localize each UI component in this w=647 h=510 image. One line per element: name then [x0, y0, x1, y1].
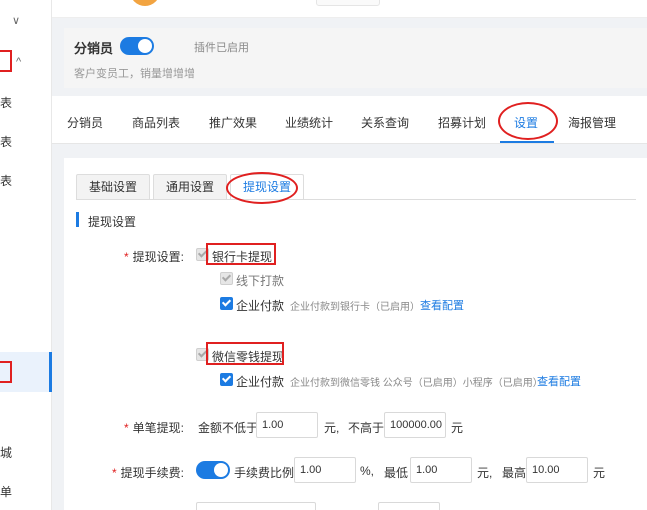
tab-promotion[interactable]: 推广效果: [209, 114, 257, 131]
fee-ratio-label: 手续费比例: [234, 466, 295, 480]
bank-enterprise-pay-hint: 企业付款到银行卡（已启用）: [290, 302, 420, 313]
tab-poster[interactable]: 海报管理: [568, 114, 616, 131]
annotation-red-ellipse: [226, 172, 298, 204]
bank-config-link[interactable]: 查看配置: [420, 297, 464, 313]
min-amount-input[interactable]: 1.00: [256, 412, 318, 438]
subtab-divider: [76, 199, 636, 200]
top-bar: [52, 0, 647, 18]
sidebar-item-list-1[interactable]: 表: [0, 94, 12, 111]
subtab-general[interactable]: 通用设置: [153, 174, 228, 200]
bank-enterprise-pay-label: 企业付款: [236, 299, 285, 313]
fee-toggle[interactable]: [196, 461, 230, 479]
max-amount-label: 不高于: [348, 421, 385, 435]
main-tabs: 分销员 商品列表 推广效果 业绩统计 关系查询 招募计划 设置 海报管理: [52, 96, 647, 144]
max-amount-input[interactable]: 100000.00: [384, 412, 446, 438]
sidebar-item-list-2[interactable]: 表: [0, 133, 12, 150]
subtab-basic[interactable]: 基础设置: [76, 174, 151, 200]
fee-min-input[interactable]: 1.00: [410, 457, 472, 483]
bank-enterprise-pay-checkbox[interactable]: [220, 297, 233, 310]
min-amount-unit: 元,: [324, 421, 340, 435]
offline-payment-checkbox[interactable]: [220, 272, 233, 285]
tab-distributor[interactable]: 分销员: [67, 114, 103, 131]
annotation-red-box: [0, 361, 12, 383]
wechat-enterprise-pay-hint: 企业付款到微信零钱 公众号（已启用）小程序（已启用）: [290, 378, 543, 389]
annotation-red-box: [206, 342, 284, 365]
sidebar: ∨ ^ 表 表 表 城 单: [0, 0, 52, 510]
annotation-red-ellipse: [498, 102, 558, 140]
top-dropdown[interactable]: [316, 0, 380, 6]
chevron-up-icon[interactable]: ^: [16, 56, 21, 68]
wechat-enterprise-pay-checkbox[interactable]: [220, 373, 233, 386]
section-title: 提现设置: [88, 215, 137, 229]
wechat-config-link[interactable]: 查看配置: [537, 373, 581, 389]
tab-product-list[interactable]: 商品列表: [132, 114, 180, 131]
min-amount-label: 金额不低于: [198, 421, 259, 435]
withdraw-methods-label: * 提现设置:: [123, 250, 184, 264]
section-marker: [76, 212, 79, 227]
tab-recruit[interactable]: 招募计划: [438, 114, 486, 131]
active-tab-indicator: [500, 141, 554, 143]
chevron-down-icon[interactable]: ∨: [12, 14, 20, 27]
tab-relation[interactable]: 关系查询: [361, 114, 409, 131]
max-amount-unit: 元: [451, 421, 464, 435]
plugin-enable-toggle[interactable]: [120, 37, 154, 55]
annotation-red-box: [0, 50, 12, 72]
tab-performance[interactable]: 业绩统计: [285, 114, 333, 131]
annotation-red-box: [206, 243, 276, 265]
sidebar-item-mall[interactable]: 城: [0, 444, 12, 461]
plugin-status: 插件已启用: [194, 42, 249, 54]
next-row-input[interactable]: [378, 502, 440, 510]
next-row-input[interactable]: [196, 502, 316, 510]
fee-max-input[interactable]: 10.00: [526, 457, 588, 483]
plugin-header: 分销员 插件已启用 客户变员工，销量增增增: [64, 28, 647, 88]
sidebar-item-order[interactable]: 单: [0, 483, 12, 500]
fee-ratio-input[interactable]: 1.00: [294, 457, 356, 483]
single-withdraw-label: * 单笔提现:: [123, 421, 184, 435]
fee-min-label: 最低: [384, 466, 409, 480]
offline-payment-label: 线下打款: [236, 274, 285, 288]
fee-ratio-unit: %,: [360, 464, 375, 478]
plugin-desc: 客户变员工，销量增增增: [74, 68, 195, 80]
fee-min-unit: 元,: [477, 466, 493, 480]
fee-label: * 提现手续费:: [111, 466, 184, 480]
wechat-enterprise-pay-label: 企业付款: [236, 375, 285, 389]
shop-logo: [130, 0, 160, 6]
fee-max-label: 最高: [502, 466, 527, 480]
plugin-name: 分销员: [74, 41, 114, 56]
settings-panel: 基础设置 通用设置 提现设置 提现设置 * 提现设置: 银行卡提现 线下打款 企业…: [64, 158, 647, 510]
fee-max-unit: 元: [593, 466, 606, 480]
sidebar-item-list-3[interactable]: 表: [0, 172, 12, 189]
